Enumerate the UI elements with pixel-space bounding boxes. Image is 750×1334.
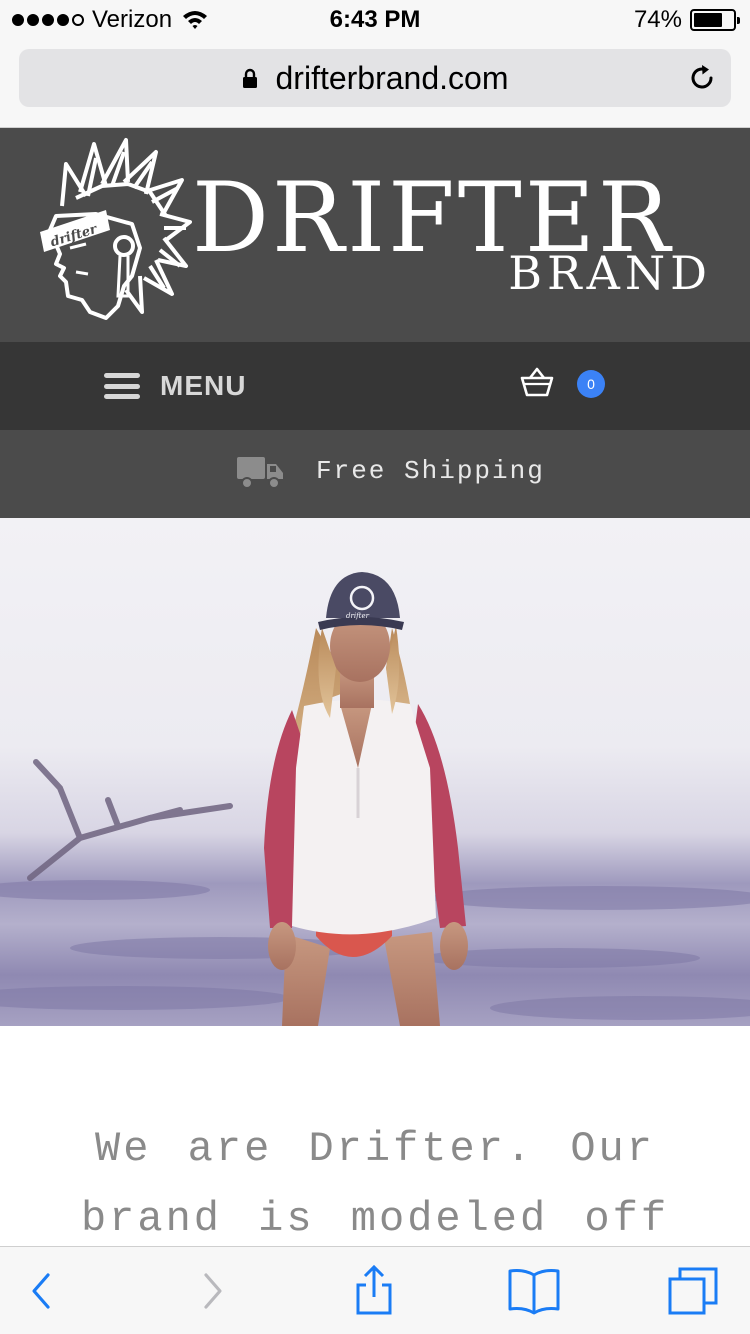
- intro-text: We are Drifter. Our brand is modeled off: [80, 1125, 670, 1243]
- bookmarks-icon[interactable]: [506, 1265, 562, 1317]
- browser-address-area: drifterbrand.com: [0, 40, 750, 128]
- brand-name-sub: BRAND: [508, 246, 712, 300]
- battery-percent: 74%: [633, 6, 682, 33]
- tabs-icon[interactable]: [666, 1265, 722, 1317]
- browser-toolbar: [0, 1246, 750, 1334]
- lock-icon: [242, 68, 257, 88]
- free-shipping-text[interactable]: Free Shipping: [316, 456, 545, 486]
- nav-bar: MENU: [0, 342, 750, 430]
- intro-section: We are Drifter. Our brand is modeled off: [0, 1026, 750, 1246]
- status-right: 74%: [633, 6, 740, 34]
- battery-icon: [690, 9, 740, 31]
- hero-image: drifter: [0, 518, 750, 1026]
- reload-icon[interactable]: [687, 63, 717, 93]
- address-bar[interactable]: drifterbrand.com: [19, 49, 731, 107]
- back-icon[interactable]: [14, 1265, 70, 1317]
- hamburger-icon: [104, 373, 140, 399]
- promo-bar: Free Shipping: [0, 430, 750, 518]
- hero-illustration: drifter: [0, 572, 750, 1026]
- basket-icon[interactable]: [520, 366, 554, 398]
- site-header: drifter DRIFTER BRAND: [0, 128, 750, 342]
- share-icon[interactable]: [346, 1265, 402, 1317]
- hat-logo-text: drifter: [346, 612, 370, 620]
- forward-icon[interactable]: [184, 1265, 240, 1317]
- menu-button[interactable]: MENU: [104, 368, 246, 404]
- status-bar: Verizon 6:43 PM 74%: [0, 0, 750, 40]
- url-text[interactable]: drifterbrand.com: [276, 60, 509, 97]
- battery-fill: [694, 13, 723, 27]
- cart-count-badge[interactable]: 0: [577, 370, 605, 398]
- brand-wordmark[interactable]: DRIFTER BRAND: [192, 168, 722, 308]
- driftwood-branch: [27, 759, 233, 881]
- menu-label: MENU: [160, 370, 247, 401]
- truck-icon: [237, 457, 283, 489]
- chief-head-logo-icon[interactable]: drifter: [36, 136, 192, 332]
